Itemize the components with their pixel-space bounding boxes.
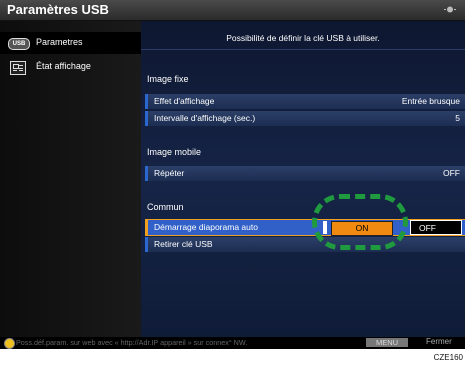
lightbulb-icon	[4, 338, 15, 349]
sidebar-item-label: État affichage	[36, 61, 91, 71]
setting-row-demarrage-diaporama-auto[interactable]: Démarrage diaporama auto ON OFF	[145, 219, 465, 236]
status-bar: Poss.déf.param. sur web avec « http://Ad…	[0, 337, 465, 349]
section-title-image-mobile: Image mobile	[147, 147, 202, 157]
menu-button[interactable]: MENU	[366, 338, 408, 347]
setting-row-intervalle-affichage[interactable]: Intervalle d'affichage (sec.) 5	[145, 111, 465, 126]
display-status-icon	[10, 61, 26, 75]
setting-row-effet-affichage[interactable]: Effet d'affichage Entrée brusque	[145, 94, 465, 109]
setting-label: Démarrage diaporama auto	[154, 222, 258, 232]
usb-settings-screen: Paramètres USB USB Parametres État affic…	[0, 0, 465, 349]
window-title: Paramètres USB	[7, 2, 109, 17]
setting-value: Entrée brusque	[401, 96, 460, 106]
sidebar-item-parametres[interactable]: USB Parametres	[0, 32, 141, 54]
setting-label: Effet d'affichage	[154, 96, 215, 106]
status-hint: Poss.déf.param. sur web avec « http://Ad…	[16, 338, 248, 347]
section-title-commun: Commun	[147, 202, 184, 212]
divider	[141, 49, 465, 50]
usb-icon: USB	[8, 38, 30, 50]
sidebar-item-etat-affichage[interactable]: État affichage	[0, 57, 141, 79]
setting-value: OFF	[443, 168, 460, 178]
close-button[interactable]: Fermer	[426, 337, 452, 346]
setting-row-repeter[interactable]: Répéter OFF	[145, 166, 465, 181]
callout-highlight	[312, 194, 408, 250]
settings-panel: Possibilité de définir la clé USB à util…	[141, 21, 465, 337]
toggle-off-option[interactable]: OFF	[410, 220, 462, 235]
setting-row-retirer-cle-usb[interactable]: Retirer clé USB	[145, 237, 465, 252]
setting-value: 5	[455, 113, 460, 123]
setting-label: Retirer clé USB	[154, 239, 213, 249]
setting-label: Répéter	[154, 168, 185, 178]
panel-description: Possibilité de définir la clé USB à util…	[226, 33, 380, 43]
sidebar: USB Parametres État affichage	[0, 21, 141, 337]
network-icon	[444, 6, 456, 13]
setting-label: Intervalle d'affichage (sec.)	[154, 113, 256, 123]
sidebar-item-label: Parametres	[36, 37, 83, 47]
section-title-image-fixe: Image fixe	[147, 74, 189, 84]
title-bar: Paramètres USB	[0, 0, 465, 21]
figure-code: CZE160	[433, 353, 463, 362]
